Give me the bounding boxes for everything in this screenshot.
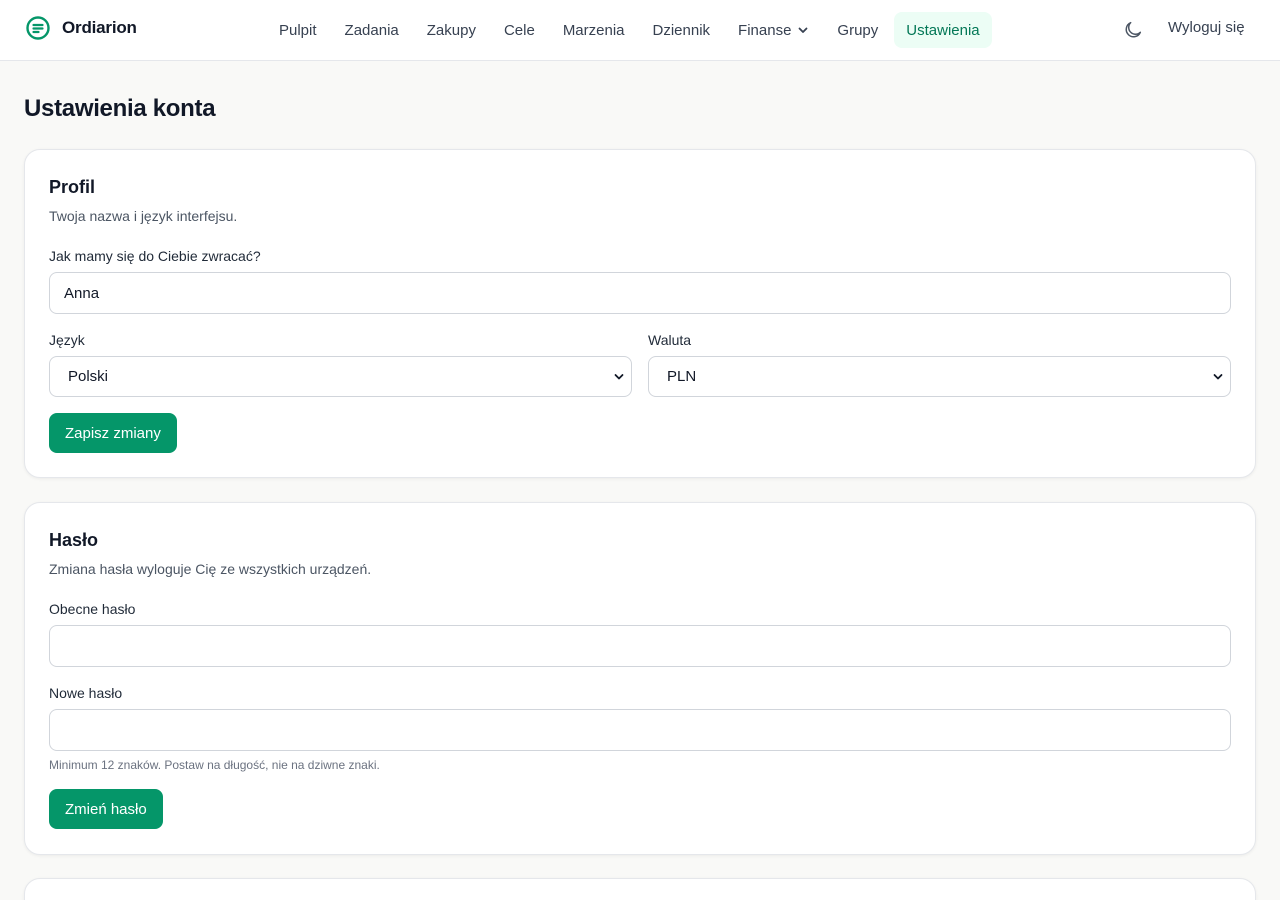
nav-item-label: Cele — [503, 21, 535, 39]
save-profile-button[interactable]: Zapisz zmiany — [49, 413, 177, 453]
language-select[interactable]: Polski — [49, 356, 632, 397]
nav-item-label: Pulpit — [279, 21, 317, 39]
moon-icon — [1125, 21, 1142, 38]
currency-select-value: PLN — [667, 368, 697, 385]
password-card-description: Zmiana hasła wyloguje Cię ze wszystkich … — [49, 561, 372, 577]
nav-item-label: Marzenia — [562, 21, 625, 39]
nav-item-marzenia[interactable]: Marzenia — [551, 12, 637, 48]
app-logo[interactable]: Ordiarion — [26, 15, 137, 41]
nav-item-pulpit[interactable]: Pulpit — [267, 12, 329, 48]
currency-select[interactable]: PLN — [648, 356, 1231, 397]
chevron-down-icon — [614, 374, 624, 380]
current-password-label: Obecne hasło — [49, 601, 136, 617]
language-field-label: Język — [49, 332, 85, 348]
profile-card-title: Profil — [49, 177, 96, 197]
nav-item-label: Finanse — [738, 21, 792, 39]
name-field-label: Jak mamy się do Ciebie zwracać? — [49, 248, 261, 264]
profile-card-description: Twoja nazwa i język interfejsu. — [49, 208, 238, 224]
top-navigation-bar: Ordiarion Pulpit Zadania Zakupy Cele Mar… — [0, 0, 1280, 61]
currency-field-label: Waluta — [648, 332, 692, 348]
nav-item-label: Grupy — [837, 21, 879, 39]
chevron-down-icon — [799, 27, 808, 33]
nav-item-zadania[interactable]: Zadania — [333, 12, 411, 48]
chevron-down-icon — [1213, 374, 1223, 380]
profile-card: Profil Twoja nazwa i język interfejsu. J… — [24, 149, 1256, 478]
nav-item-finanse-dropdown[interactable]: Finanse — [726, 12, 821, 48]
page-title: Ustawienia konta — [24, 95, 216, 122]
password-hint: Minimum 12 znaków. Postaw na długość, ni… — [49, 758, 380, 772]
nav-item-cele[interactable]: Cele — [492, 12, 547, 48]
language-select-value: Polski — [68, 368, 109, 385]
change-password-button[interactable]: Zmień hasło — [49, 789, 163, 829]
new-password-label: Nowe hasło — [49, 685, 123, 701]
logout-button[interactable]: Wyloguj się — [1168, 19, 1245, 41]
nav-item-dziennik[interactable]: Dziennik — [641, 12, 723, 48]
main-nav: Pulpit Zadania Zakupy Cele Marzenia Dzie… — [267, 12, 992, 48]
nav-item-label: Zakupy — [426, 21, 476, 39]
theme-toggle-button[interactable] — [1122, 19, 1144, 41]
nav-item-grupy[interactable]: Grupy — [825, 12, 890, 48]
nav-item-label: Zadania — [344, 21, 399, 39]
name-input[interactable] — [49, 272, 1231, 314]
next-settings-card — [24, 878, 1256, 900]
password-card-title: Hasło — [49, 530, 99, 550]
nav-item-label: Ustawienia — [906, 21, 980, 39]
current-password-input[interactable] — [49, 625, 1231, 667]
nav-item-ustawienia[interactable]: Ustawienia — [894, 12, 992, 48]
nav-item-zakupy[interactable]: Zakupy — [415, 12, 488, 48]
password-card: Hasło Zmiana hasła wyloguje Cię ze wszys… — [24, 502, 1256, 855]
app-logo-icon — [26, 16, 50, 40]
app-name: Ordiarion — [62, 18, 137, 37]
nav-item-label: Dziennik — [652, 21, 711, 39]
new-password-input[interactable] — [49, 709, 1231, 751]
